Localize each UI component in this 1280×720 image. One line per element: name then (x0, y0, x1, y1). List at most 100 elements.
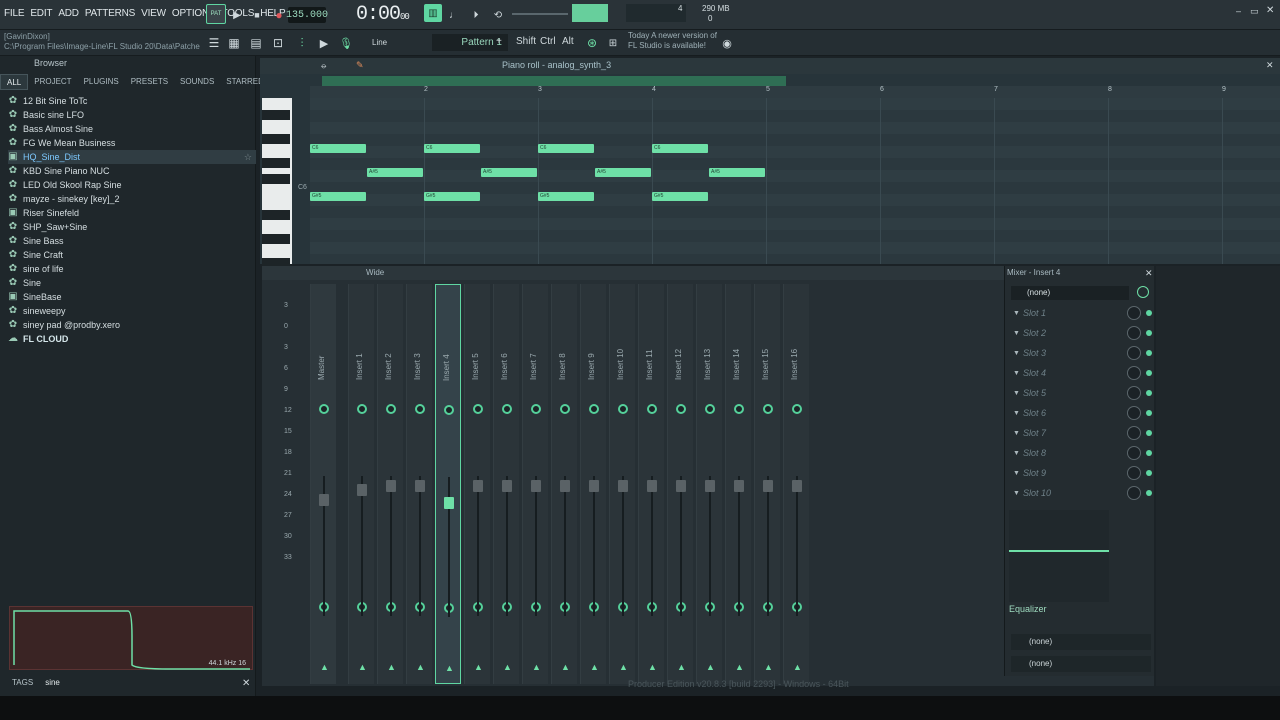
pan-knob[interactable] (415, 404, 425, 414)
send-arrow-icon[interactable]: ▲ (358, 662, 367, 672)
insert-slot[interactable]: ▼ Slot 8 (1013, 444, 1153, 462)
snap-select[interactable]: Line (360, 36, 412, 50)
window-close-icon[interactable]: ✕ (1266, 60, 1274, 71)
slot-arrow-icon[interactable]: ▼ (1013, 350, 1023, 357)
slot-mix-knob[interactable] (1127, 386, 1141, 400)
tab-all[interactable]: ALL (0, 74, 29, 90)
mixer-strip[interactable]: Insert 2 ▲ (377, 284, 403, 684)
pencil-icon[interactable]: ✎ (356, 60, 364, 71)
play-button[interactable]: ▶ (230, 6, 244, 24)
slot-arrow-icon[interactable]: ▼ (1013, 410, 1023, 417)
pan-knob[interactable] (618, 404, 628, 414)
note-block[interactable]: A#5 (709, 168, 765, 177)
star-icon[interactable]: ☆ (244, 152, 252, 163)
pan-knob[interactable] (705, 404, 715, 414)
volume-fader[interactable] (415, 480, 425, 492)
browser-item[interactable]: ▣ Riser Sinefeld (8, 206, 256, 220)
pan-knob[interactable] (763, 404, 773, 414)
browser-item[interactable]: ✿ Sine Craft (8, 248, 256, 262)
alt-key-button[interactable]: Alt (562, 36, 574, 47)
loop-record-icon[interactable]: ⟲ (490, 6, 506, 24)
slot-enable-led[interactable] (1146, 350, 1152, 356)
volume-fader[interactable] (734, 480, 744, 492)
slot-mix-knob[interactable] (1127, 486, 1141, 500)
slot-mix-knob[interactable] (1127, 466, 1141, 480)
send-arrow-icon[interactable]: ▲ (590, 662, 599, 672)
pan-knob[interactable] (531, 404, 541, 414)
mixer-strip[interactable]: Insert 14 ▲ (725, 284, 751, 684)
browser-item[interactable]: ✿ Sine Bass (8, 234, 256, 248)
menu-view[interactable]: VIEW (141, 8, 166, 19)
mixer-strip[interactable]: Insert 4 ▲ (435, 284, 461, 684)
input-routing[interactable]: (none) (1011, 634, 1151, 650)
slot-enable-led[interactable] (1146, 370, 1152, 376)
pan-knob[interactable] (386, 404, 396, 414)
slot-arrow-icon[interactable]: ▼ (1013, 310, 1023, 317)
volume-fader[interactable] (473, 480, 483, 492)
send-arrow-icon[interactable]: ▲ (735, 662, 744, 672)
piano-keyboard[interactable] (262, 98, 292, 268)
output-routing[interactable]: (none) (1011, 656, 1151, 672)
insert-preset-select[interactable]: (none) (1011, 286, 1129, 300)
slot-mix-knob[interactable] (1127, 326, 1141, 340)
volume-fader[interactable] (357, 484, 367, 496)
update-icon[interactable]: ◉ (720, 34, 734, 52)
pan-knob[interactable] (676, 404, 686, 414)
mixer-strip[interactable]: Insert 12 ▲ (667, 284, 693, 684)
black-key[interactable] (262, 110, 290, 120)
minimize-icon[interactable]: – (1236, 6, 1241, 16)
volume-fader[interactable] (705, 480, 715, 492)
insert-slot[interactable]: ▼ Slot 6 (1013, 404, 1153, 422)
send-arrow-icon[interactable]: ▲ (677, 662, 686, 672)
mixer-strip[interactable]: Insert 9 ▲ (580, 284, 606, 684)
insert-slot[interactable]: ▼ Slot 7 (1013, 424, 1153, 442)
send-arrow-icon[interactable]: ▲ (793, 662, 802, 672)
online-icon[interactable]: ⊛ (584, 34, 600, 52)
note-grid[interactable]: C6 C6 C6 C6 A#5 A#5 A#5 A#5 G#5 G#5 G#5 G#5 (310, 98, 1280, 264)
browser-icon[interactable]: ⊡ (270, 34, 286, 52)
slot-enable-led[interactable] (1146, 430, 1152, 436)
ctrl-key-button[interactable]: Ctrl (540, 36, 556, 47)
browser-item-selected[interactable]: ▣ HQ_Sine_Dist ☆ (8, 150, 256, 164)
shift-key-button[interactable]: Shift (516, 36, 536, 47)
close-icon[interactable]: ✕ (1266, 5, 1274, 16)
browser-item[interactable]: ✿ KBD Sine Piano NUC (8, 164, 256, 178)
insert-slot[interactable]: ▼ Slot 9 (1013, 464, 1153, 482)
black-key[interactable] (262, 234, 290, 244)
note-block[interactable]: A#5 (481, 168, 537, 177)
insert-slot[interactable]: ▼ Slot 3 (1013, 344, 1153, 362)
note-block[interactable]: G#5 (652, 192, 708, 201)
channel-rack-icon[interactable]: ▦ (226, 34, 242, 52)
eq-display[interactable] (1009, 510, 1109, 602)
send-arrow-icon[interactable]: ▲ (503, 662, 512, 672)
slot-arrow-icon[interactable]: ▼ (1013, 450, 1023, 457)
note-block[interactable]: C6 (538, 144, 594, 153)
insert-slot[interactable]: ▼ Slot 5 (1013, 384, 1153, 402)
volume-fader[interactable] (319, 494, 329, 506)
send-arrow-icon[interactable]: ▲ (416, 662, 425, 672)
insert-slot[interactable]: ▼ Slot 2 (1013, 324, 1153, 342)
record-button[interactable]: ● (272, 6, 286, 24)
note-block[interactable]: C6 (652, 144, 708, 153)
wait-icon[interactable]: ⏵ (468, 6, 484, 24)
send-arrow-icon[interactable]: ▲ (764, 662, 773, 672)
browser-item-cloud[interactable]: ☁ FL CLOUD (8, 332, 256, 346)
slot-mix-knob[interactable] (1127, 426, 1141, 440)
browser-item[interactable]: ✿ siney pad @prodby.xero (8, 318, 256, 332)
mixer-strip[interactable]: Insert 13 ▲ (696, 284, 722, 684)
browser-item[interactable]: ✿ Bass Almost Sine (8, 122, 256, 136)
note-block[interactable]: A#5 (367, 168, 423, 177)
black-key[interactable] (262, 158, 290, 168)
volume-fader[interactable] (618, 480, 628, 492)
note-block[interactable]: C6 (424, 144, 480, 153)
maximize-icon[interactable]: ▭ (1250, 6, 1259, 17)
pan-knob[interactable] (319, 404, 329, 414)
mixer-strip[interactable]: Insert 6 ▲ (493, 284, 519, 684)
note-block[interactable]: G#5 (424, 192, 480, 201)
slot-arrow-icon[interactable]: ▼ (1013, 430, 1023, 437)
master-volume-slider[interactable] (512, 13, 568, 15)
browser-item[interactable]: ✿ sineweepy (8, 304, 256, 318)
mixer-strip[interactable]: Insert 7 ▲ (522, 284, 548, 684)
plugin-picker-icon[interactable]: ▶ (316, 34, 332, 52)
mixer-strip[interactable]: Insert 10 ▲ (609, 284, 635, 684)
